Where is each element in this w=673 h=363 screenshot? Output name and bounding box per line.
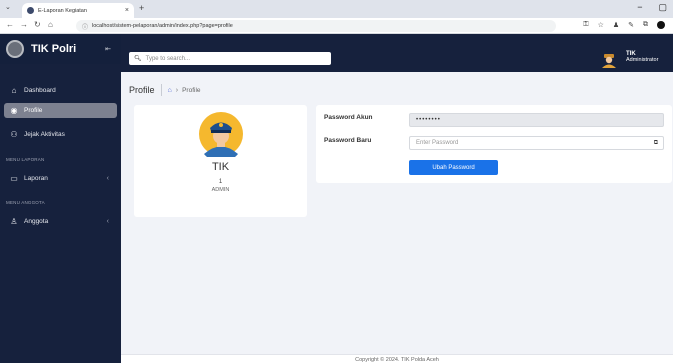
user-role: Administrator	[626, 57, 659, 63]
chevron-left-icon: ‹	[106, 175, 109, 182]
show-password-icon[interactable]: ⧉	[654, 140, 658, 147]
bookmark-star-icon[interactable]: ☆	[598, 21, 604, 29]
browser-address-bar: ← → ↻ ⌂ ⓘ localhost/sistem-pelaporan/adm…	[0, 18, 673, 34]
password-key-icon[interactable]: ⚿	[583, 21, 588, 29]
puzzle-icon[interactable]: ⧉	[643, 21, 648, 29]
profile-role: ADMIN	[211, 187, 230, 193]
search-input[interactable]: 🔍︎ Type to search...	[129, 52, 331, 65]
user-circle-icon: ◉	[10, 106, 18, 115]
browser-tab[interactable]: E-Laporan Kegiatan ×	[22, 3, 134, 18]
password-akun-field: ••••••••	[409, 113, 664, 127]
new-tab-icon[interactable]: +	[139, 3, 144, 13]
url-text: localhost/sistem-pelaporan/admin/index.p…	[92, 23, 233, 29]
extension-icon[interactable]: ✎	[628, 21, 634, 29]
people-icon: ⚇	[10, 130, 18, 139]
breadcrumb-home-icon[interactable]: ⌂	[168, 87, 172, 94]
sidebar-item-laporan[interactable]: ▭ Laporan ‹	[4, 171, 117, 186]
police-logo-icon	[6, 40, 24, 58]
reload-icon[interactable]: ↻	[34, 20, 41, 29]
password-baru-input[interactable]: Enter Password ⧉	[409, 136, 664, 150]
user-icon: ♙	[10, 217, 18, 226]
message-icon: ▭	[10, 174, 18, 183]
menu-header-laporan: MENU LAPORAN	[6, 157, 45, 162]
forward-icon[interactable]: →	[20, 20, 28, 29]
sidebar: TIK Polri ⇤ ⌂ Dashboard ◉ Profile ⚇ Jeja…	[0, 34, 121, 363]
password-akun-value: ••••••••	[416, 117, 441, 123]
profile-id: 1	[218, 179, 223, 185]
breadcrumb-divider	[160, 84, 162, 96]
browser-tabbar: ⌄ E-Laporan Kegiatan × + − ▢	[0, 0, 673, 18]
chevron-left-icon: ‹	[106, 218, 109, 225]
password-baru-label: Password Baru	[324, 137, 372, 144]
sidebar-item-label: Dashboard	[24, 87, 56, 94]
profile-card: TIK 1 ADMIN	[134, 105, 307, 217]
search-icon: 🔍︎	[134, 56, 142, 62]
sidebar-item-label: Laporan	[24, 175, 48, 182]
home-icon[interactable]: ⌂	[48, 20, 53, 29]
ubah-password-button[interactable]: Ubah Password	[409, 160, 498, 175]
sidebar-item-anggota[interactable]: ♙ Anggota ‹	[4, 214, 117, 229]
user-info[interactable]: TIK Administrator	[626, 51, 658, 63]
url-input[interactable]: ⓘ localhost/sistem-pelaporan/admin/index…	[76, 20, 556, 32]
sidebar-item-label: Anggota	[24, 218, 49, 225]
browser-toolbar-icons: ⚿ ☆ ♟ ✎ ⧉	[583, 21, 665, 29]
breadcrumb-current: Profile	[182, 86, 201, 94]
search-placeholder: Type to search...	[145, 55, 190, 62]
sidebar-item-label: Profile	[24, 107, 43, 114]
sidebar-item-label: Jejak Aktivitas	[24, 131, 65, 138]
favicon-icon	[27, 7, 34, 14]
back-icon[interactable]: ←	[6, 20, 14, 29]
user-avatar-icon[interactable]	[601, 54, 617, 68]
minimize-icon[interactable]: −	[637, 2, 642, 13]
sidebar-item-jejak-aktivitas[interactable]: ⚇ Jejak Aktivitas	[4, 127, 117, 142]
page-title: Profile	[129, 85, 155, 95]
tab-search-icon[interactable]: ⌄	[5, 3, 11, 11]
site-info-icon[interactable]: ⓘ	[82, 22, 88, 31]
chevron-right-icon: ›	[175, 86, 179, 94]
top-header: 🔍︎ Type to search... TIK Administrator	[121, 34, 673, 72]
sidebar-item-dashboard[interactable]: ⌂ Dashboard	[4, 83, 117, 98]
browser-profile-icon[interactable]	[657, 21, 665, 29]
password-akun-label: Password Akun	[324, 114, 373, 121]
restore-icon[interactable]: ▢	[658, 2, 667, 13]
home-icon: ⌂	[11, 86, 17, 95]
footer: Copyright © 2024. TIK Polda Aceh	[121, 354, 673, 363]
password-baru-placeholder: Enter Password	[416, 140, 459, 146]
account-icon[interactable]: ♟	[613, 21, 619, 29]
brand-name: TIK Polri	[31, 43, 77, 55]
tab-title: E-Laporan Kegiatan	[38, 7, 87, 14]
sidebar-toggle-icon[interactable]: ⇤	[105, 45, 111, 53]
profile-name: TIK	[211, 161, 230, 173]
brand: TIK Polri ⇤	[0, 34, 121, 64]
sidebar-item-profile[interactable]: ◉ Profile	[4, 103, 117, 118]
police-avatar-icon	[199, 112, 243, 157]
window-controls: − ▢	[637, 2, 667, 13]
tab-close-icon[interactable]: ×	[125, 7, 129, 14]
password-form-card: Password Akun •••••••• Password Baru Ent…	[316, 105, 672, 183]
breadcrumb: Profile ⌂ › Profile	[129, 84, 201, 96]
menu-header-anggota: MENU ANGGOTA	[6, 200, 45, 205]
